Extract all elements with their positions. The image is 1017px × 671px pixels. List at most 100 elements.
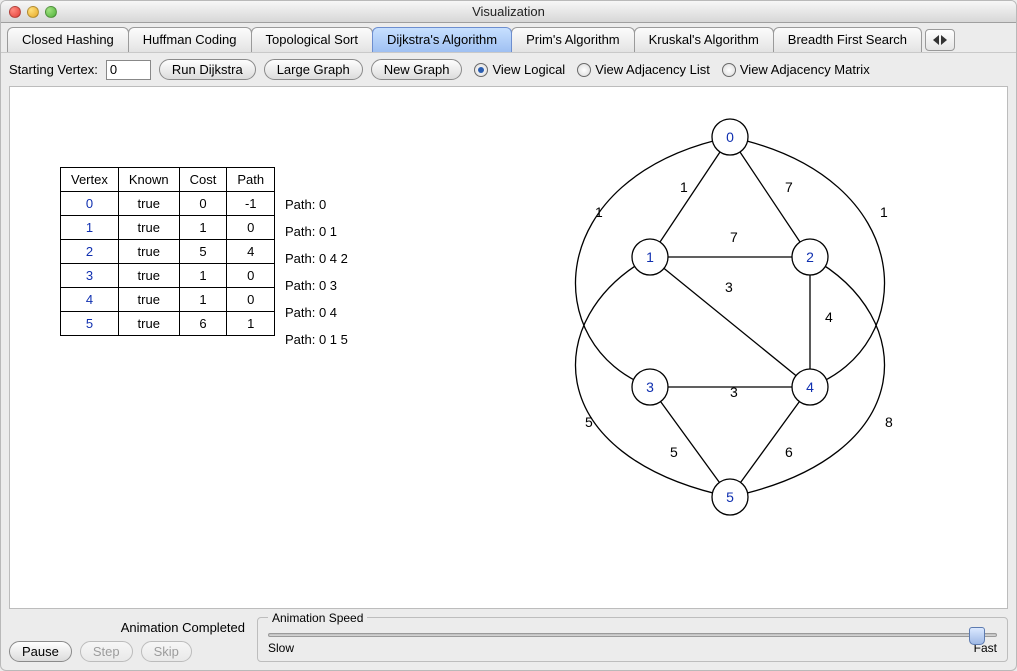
- table-cell: 5: [179, 240, 227, 264]
- table-cell: 0: [179, 192, 227, 216]
- step-button[interactable]: Step: [80, 641, 133, 662]
- chevron-right-icon: [941, 35, 947, 45]
- table-row: 1true10: [61, 216, 275, 240]
- table-cell: 5: [61, 312, 119, 336]
- result-table: VertexKnownCostPath0true0-11true102true5…: [60, 167, 275, 336]
- graph-view: 177343561158012345: [480, 97, 990, 567]
- path-text: Path: 0 1 5: [285, 332, 348, 347]
- starting-vertex-input[interactable]: [106, 60, 151, 80]
- table-cell: 2: [61, 240, 119, 264]
- tab-bar: Closed HashingHuffman CodingTopological …: [1, 23, 1016, 52]
- tab-closed-hashing[interactable]: Closed Hashing: [7, 27, 129, 52]
- table-cell: 6: [179, 312, 227, 336]
- view-option-label: View Adjacency List: [595, 62, 710, 77]
- tab-breadth-first-search[interactable]: Breadth First Search: [773, 27, 922, 52]
- window-title: Visualization: [1, 4, 1016, 19]
- starting-vertex-label: Starting Vertex:: [9, 62, 98, 77]
- edge-weight: 5: [585, 414, 593, 430]
- table-header: Known: [118, 168, 179, 192]
- run-button[interactable]: Run Dijkstra: [159, 59, 256, 80]
- tab-dijkstra-s-algorithm[interactable]: Dijkstra's Algorithm: [372, 27, 512, 52]
- graph-node-label: 3: [646, 379, 654, 395]
- table-cell: 1: [179, 264, 227, 288]
- table-row: 5true61: [61, 312, 275, 336]
- slow-label: Slow: [268, 641, 294, 655]
- edge-weight: 8: [885, 414, 893, 430]
- speed-slider[interactable]: [268, 633, 997, 637]
- edge-weight: 1: [880, 204, 888, 220]
- large-graph-button[interactable]: Large Graph: [264, 59, 363, 80]
- new-graph-button[interactable]: New Graph: [371, 59, 463, 80]
- table-header: Vertex: [61, 168, 119, 192]
- path-text: Path: 0 3: [285, 278, 337, 293]
- skip-button[interactable]: Skip: [141, 641, 192, 662]
- footer: Animation Completed Pause Step Skip Anim…: [1, 613, 1016, 670]
- view-mode-group: View Logical View Adjacency List View Adja…: [474, 62, 869, 77]
- edge-weight: 3: [725, 279, 733, 295]
- graph-node-label: 4: [806, 379, 814, 395]
- zoom-icon[interactable]: [45, 6, 57, 18]
- speed-panel: Animation Speed Slow Fast: [257, 617, 1008, 662]
- titlebar: Visualization: [1, 1, 1016, 23]
- chevron-left-icon: [933, 35, 939, 45]
- table-cell: 0: [227, 288, 275, 312]
- tab-kruskal-s-algorithm[interactable]: Kruskal's Algorithm: [634, 27, 774, 52]
- tab-scroll-button[interactable]: [925, 29, 955, 51]
- table-cell: true: [118, 312, 179, 336]
- path-text: Path: 0 4 2: [285, 251, 348, 266]
- table-cell: true: [118, 192, 179, 216]
- table-cell: -1: [227, 192, 275, 216]
- table-cell: true: [118, 264, 179, 288]
- edge-weight: 4: [825, 309, 833, 325]
- edge-weight: 6: [785, 444, 793, 460]
- view-option[interactable]: View Adjacency Matrix: [722, 62, 870, 77]
- table-cell: 0: [227, 216, 275, 240]
- window-controls: [9, 6, 57, 18]
- edge-weight: 5: [670, 444, 678, 460]
- table-cell: true: [118, 216, 179, 240]
- toolbar: Starting Vertex: Run Dijkstra Large Grap…: [1, 52, 1016, 86]
- edge-weight: 1: [595, 204, 603, 220]
- view-option-label: View Adjacency Matrix: [740, 62, 870, 77]
- table-cell: 0: [227, 264, 275, 288]
- minimize-icon[interactable]: [27, 6, 39, 18]
- table-cell: 1: [179, 288, 227, 312]
- table-cell: 1: [227, 312, 275, 336]
- graph-node-label: 2: [806, 249, 814, 265]
- tab-topological-sort[interactable]: Topological Sort: [251, 27, 374, 52]
- radio-icon: [474, 63, 488, 77]
- speed-thumb[interactable]: [969, 627, 985, 645]
- path-text: Path: 0 4: [285, 305, 337, 320]
- tab-huffman-coding[interactable]: Huffman Coding: [128, 27, 252, 52]
- table-row: 0true0-1: [61, 192, 275, 216]
- table-cell: 4: [227, 240, 275, 264]
- edge-weight: 7: [730, 229, 738, 245]
- view-option-label: View Logical: [492, 62, 565, 77]
- table-cell: 1: [61, 216, 119, 240]
- view-option[interactable]: View Adjacency List: [577, 62, 710, 77]
- view-option[interactable]: View Logical: [474, 62, 565, 77]
- graph-node-label: 5: [726, 489, 734, 505]
- radio-icon: [577, 63, 591, 77]
- table-header: Cost: [179, 168, 227, 192]
- speed-title: Animation Speed: [268, 611, 367, 625]
- radio-icon: [722, 63, 736, 77]
- table-cell: 3: [61, 264, 119, 288]
- table-cell: 4: [61, 288, 119, 312]
- path-text: Path: 0: [285, 197, 326, 212]
- graph-node-label: 0: [726, 129, 734, 145]
- path-text: Path: 0 1: [285, 224, 337, 239]
- close-icon[interactable]: [9, 6, 21, 18]
- table-cell: true: [118, 240, 179, 264]
- table-cell: 1: [179, 216, 227, 240]
- pause-button[interactable]: Pause: [9, 641, 72, 662]
- edge-weight: 7: [785, 179, 793, 195]
- app-window: Visualization Closed HashingHuffman Codi…: [0, 0, 1017, 671]
- status-text: Animation Completed: [9, 620, 249, 635]
- edge-weight: 3: [730, 384, 738, 400]
- visualization-canvas: VertexKnownCostPath0true0-11true102true5…: [9, 86, 1008, 609]
- table-header: Path: [227, 168, 275, 192]
- table-cell: 0: [61, 192, 119, 216]
- tab-prim-s-algorithm[interactable]: Prim's Algorithm: [511, 27, 635, 52]
- table-row: 3true10: [61, 264, 275, 288]
